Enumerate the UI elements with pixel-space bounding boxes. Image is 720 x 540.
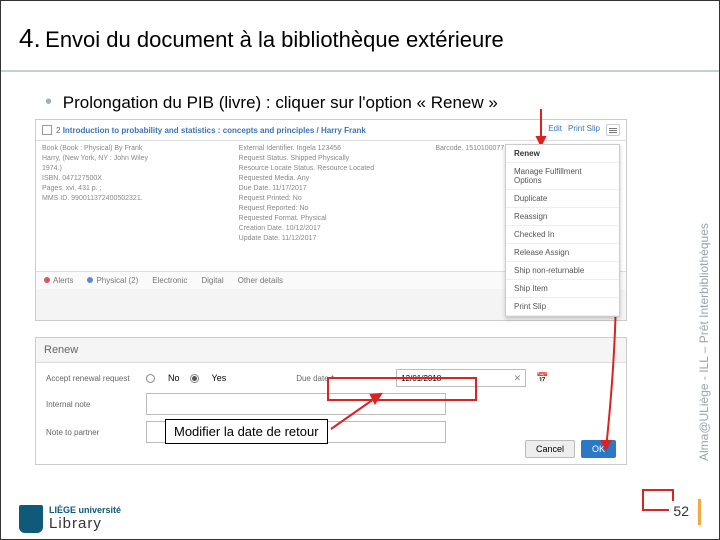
logo-library: Library xyxy=(49,516,121,533)
dropdown-manage[interactable]: Manage Fulfillment Options xyxy=(506,163,619,190)
meta-line: 1974.) xyxy=(42,165,227,172)
record-title-link[interactable]: Introduction to probability and statisti… xyxy=(63,126,366,135)
internal-note-label: Internal note xyxy=(46,400,136,409)
meta-line: Pages. xvi, 431 p. ; xyxy=(42,185,227,192)
tab-electronic[interactable]: Electronic xyxy=(152,276,187,285)
row-actions-dropdown: Renew Manage Fulfillment Options Duplica… xyxy=(505,144,620,317)
footer-logo: LIÈGE université Library xyxy=(19,505,121,533)
dropdown-reassign[interactable]: Reassign xyxy=(506,208,619,226)
row-checkbox[interactable] xyxy=(42,125,52,135)
tab-alerts[interactable]: Alerts xyxy=(44,276,73,285)
meta-line: MMS ID. 990011372400502321. xyxy=(42,195,227,202)
dropdown-checkedin[interactable]: Checked In xyxy=(506,226,619,244)
meta-line: Harry, (New York, NY : John Wiley xyxy=(42,155,227,162)
alma-record-screenshot: 2 Introduction to probability and statis… xyxy=(35,119,627,321)
bullet-dot: • xyxy=(45,91,52,113)
meta-line: External Identifier. Ingela 123456 xyxy=(239,145,424,152)
radio-yes-label: Yes xyxy=(212,373,227,383)
meta-line: Request Printed: No xyxy=(239,195,424,202)
meta-line: Request Status. Shipped Physically xyxy=(239,155,424,162)
title-text: Envoi du document à la bibliothèque exté… xyxy=(45,27,504,52)
meta-line: Requested Media. Any xyxy=(239,175,424,182)
dropdown-print-slip[interactable]: Print Slip xyxy=(506,298,619,316)
tab-digital[interactable]: Digital xyxy=(201,276,223,285)
row-index: 2 xyxy=(56,126,60,135)
tab-other[interactable]: Other details xyxy=(238,276,283,285)
meta-line: Request Reported: No xyxy=(239,205,424,212)
accept-label: Accept renewal request xyxy=(46,374,136,383)
meta-line: Update Date. 11/12/2017 xyxy=(239,235,424,242)
slide-title: 4. Envoi du document à la bibliothèque e… xyxy=(1,13,719,72)
tab-physical[interactable]: Physical (2) xyxy=(87,276,138,285)
slide-sidebar-text: Alma@ULiège - ILL – Prêt Interbibliothèq… xyxy=(697,151,711,461)
dropdown-release[interactable]: Release Assign xyxy=(506,244,619,262)
record-col-a: Book (Book : Physical) By Frank Harry, (… xyxy=(42,145,227,267)
dropdown-duplicate[interactable]: Duplicate xyxy=(506,190,619,208)
radio-no[interactable] xyxy=(146,374,155,383)
dropdown-renew[interactable]: Renew xyxy=(506,145,619,163)
dropdown-ship-item[interactable]: Ship Item xyxy=(506,280,619,298)
logo-shield-icon xyxy=(19,505,43,533)
radio-yes[interactable] xyxy=(190,374,199,383)
meta-line: Book (Book : Physical) By Frank xyxy=(42,145,227,152)
meta-line: Due Date. 11/17/2017 xyxy=(239,185,424,192)
title-number: 4. xyxy=(19,23,41,53)
meta-line: ISBN. 047127500X xyxy=(42,175,227,182)
page-number: 52 xyxy=(669,501,693,521)
meta-line: Requested Format. Physical xyxy=(239,215,424,222)
meta-line: Creation Date. 10/12/2017 xyxy=(239,225,424,232)
radio-no-label: No xyxy=(168,373,180,383)
dropdown-ship-nonret[interactable]: Ship non-returnable xyxy=(506,262,619,280)
annotation-label-modify: Modifier la date de retour xyxy=(165,419,328,444)
meta-line: Resource Locate Status. Resource Located xyxy=(239,165,424,172)
note-partner-label: Note to partner xyxy=(46,428,136,437)
record-col-b: External Identifier. Ingela 123456 Reque… xyxy=(239,145,424,267)
